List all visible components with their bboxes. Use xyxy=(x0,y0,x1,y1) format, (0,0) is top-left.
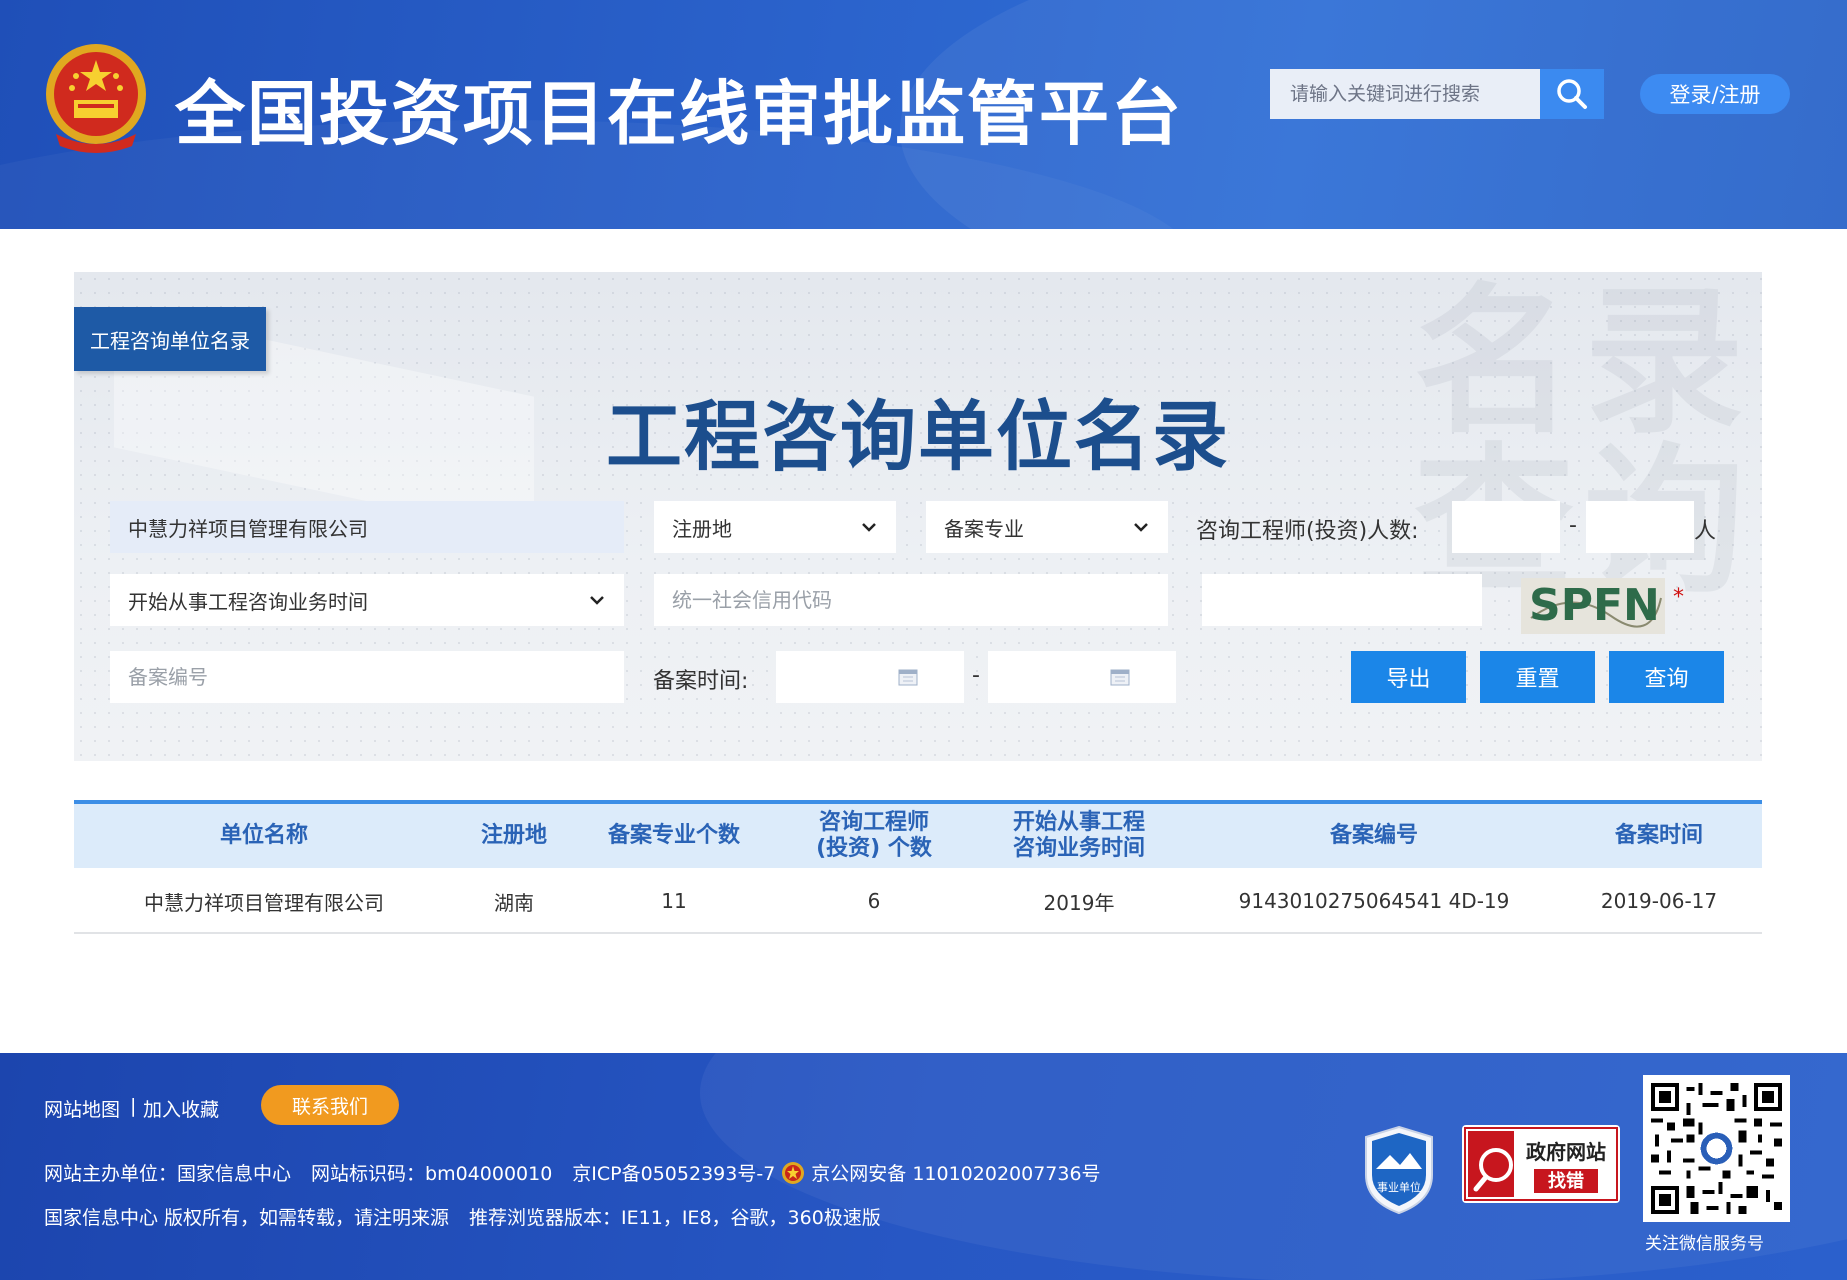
column-header: 单位名称 xyxy=(219,823,308,848)
chevron-down-icon xyxy=(862,523,876,532)
column-header: 备案时间 xyxy=(1614,823,1703,848)
gov-badge-top: 政府网站 xyxy=(1526,1140,1606,1164)
calendar-icon xyxy=(898,669,918,686)
public-institution-badge-icon[interactable]: 事业单位 xyxy=(1362,1125,1436,1215)
search-button[interactable] xyxy=(1540,69,1604,119)
record-time-start-input[interactable] xyxy=(776,651,964,703)
credit-code-input[interactable] xyxy=(654,574,1168,626)
table-header: 单位名称 注册地 备案专业个数 咨询工程师 (投资) 个数 开始从事工程 咨询业… xyxy=(74,800,1762,868)
cell-record-time: 2019-06-17 xyxy=(1600,889,1718,913)
gov-badge-bottom: 找错 xyxy=(1548,1170,1584,1192)
footer-info-line: 国家信息中心 版权所有，如需转载，请注明来源 推荐浏览器版本：IE11，IE8，… xyxy=(44,1203,901,1230)
specialty-select[interactable]: 备案专业 xyxy=(926,501,1168,553)
gov-error-badge-graphic: 政府网站 找错 xyxy=(1464,1127,1618,1201)
people-unit: 人 xyxy=(1694,519,1717,544)
cell-unit-name[interactable]: 中慧力祥项目管理有限公司 xyxy=(114,868,414,934)
column-header: 咨询工程师 (投资) 个数 xyxy=(816,810,932,861)
badge-label: 事业单位 xyxy=(1377,1180,1421,1194)
cell-start-time: 2019年 xyxy=(1043,890,1115,915)
query-button[interactable]: 查询 xyxy=(1609,651,1724,703)
column-header: 注册地 xyxy=(480,823,547,848)
required-mark: * xyxy=(1673,585,1684,610)
start-time-select[interactable]: 开始从事工程咨询业务时间 xyxy=(110,574,624,626)
record-time-label: 备案时间: xyxy=(653,669,749,694)
search-input[interactable] xyxy=(1270,69,1540,119)
captcha-image-graphic: SPFN xyxy=(1521,578,1665,634)
add-favorite-link[interactable]: 加入收藏 xyxy=(143,1095,219,1122)
region-select[interactable]: 注册地 xyxy=(654,501,896,553)
column-header: 备案编号 xyxy=(1329,823,1418,848)
chevron-down-icon xyxy=(1134,523,1148,532)
icp-link[interactable]: 京ICP备05052393号-7 xyxy=(572,1159,775,1186)
reset-button[interactable]: 重置 xyxy=(1480,651,1595,703)
national-emblem-icon xyxy=(46,44,146,153)
unit-name-input[interactable] xyxy=(110,501,624,553)
region-select-value: 注册地 xyxy=(672,516,732,541)
sitemap-link[interactable]: 网站地图 xyxy=(44,1095,120,1122)
column-header: 备案专业个数 xyxy=(607,823,740,848)
search-icon xyxy=(1557,79,1587,109)
record-number-input[interactable] xyxy=(110,651,624,703)
panel-tag: 工程咨询单位名录 xyxy=(74,307,266,371)
cell-region: 湖南 xyxy=(494,890,534,915)
police-badge-icon xyxy=(782,1161,805,1184)
sponsor-text: 网站主办单位：国家信息中心 xyxy=(44,1163,292,1185)
wechat-qr-code xyxy=(1643,1075,1790,1222)
range-dash: - xyxy=(1569,513,1577,538)
chevron-down-icon xyxy=(590,596,604,605)
panel-title: 工程咨询单位名录 xyxy=(606,392,1230,481)
browser-text: 推荐浏览器版本：IE11，IE8，谷歌，360极速版 xyxy=(469,1207,881,1229)
calendar-icon xyxy=(1110,669,1130,686)
engineer-count-label: 咨询工程师(投资)人数: xyxy=(1196,519,1419,544)
site-header: 全国投资项目在线审批监管平台 登录/注册 xyxy=(0,0,1847,229)
results-table: 单位名称 注册地 备案专业个数 咨询工程师 (投资) 个数 开始从事工程 咨询业… xyxy=(74,800,1762,934)
footer-info-line: 网站主办单位：国家信息中心 网站标识码：bm04000010 京ICP备0505… xyxy=(44,1159,1121,1186)
cell-specialty-count: 11 xyxy=(661,889,687,913)
engineer-count-max-input[interactable] xyxy=(1586,501,1694,553)
link-separator: | xyxy=(130,1095,137,1117)
captcha-text: SPFN xyxy=(1529,580,1660,631)
table-row[interactable]: 中慧力祥项目管理有限公司 湖南 11 6 2019年 9143010275064… xyxy=(74,868,1762,934)
column-header: 开始从事工程 咨询业务时间 xyxy=(1012,810,1145,861)
site-footer: 网站地图 | 加入收藏 联系我们 网站主办单位：国家信息中心 网站标识码：bm0… xyxy=(0,1053,1847,1280)
engineer-count-min-input[interactable] xyxy=(1452,501,1560,553)
qr-label: 关注微信服务号 xyxy=(1645,1234,1764,1254)
specialty-select-value: 备案专业 xyxy=(944,516,1024,541)
site-title: 全国投资项目在线审批监管平台 xyxy=(175,73,1183,155)
police-record-link[interactable]: 京公网安备 11010202007736号 xyxy=(811,1159,1100,1186)
cell-engineer-count: 6 xyxy=(867,889,881,913)
gov-site-error-report-badge[interactable]: 政府网站 找错 xyxy=(1462,1125,1620,1203)
record-time-end-input[interactable] xyxy=(988,651,1176,703)
date-range-dash: - xyxy=(972,663,980,688)
copyright-text: 国家信息中心 版权所有，如需转载，请注明来源 xyxy=(44,1207,450,1229)
start-time-select-value: 开始从事工程咨询业务时间 xyxy=(128,589,368,614)
export-button[interactable]: 导出 xyxy=(1351,651,1466,703)
qr-code-graphic xyxy=(1651,1083,1782,1214)
site-id-text: 网站标识码：bm04000010 xyxy=(311,1163,553,1185)
captcha-image[interactable]: SPFN xyxy=(1521,578,1665,634)
captcha-input[interactable] xyxy=(1202,574,1482,626)
login-register-button[interactable]: 登录/注册 xyxy=(1640,74,1790,114)
contact-us-button[interactable]: 联系我们 xyxy=(261,1085,399,1125)
cell-record-number: 9143010275064541 4D-19 xyxy=(1238,889,1510,913)
